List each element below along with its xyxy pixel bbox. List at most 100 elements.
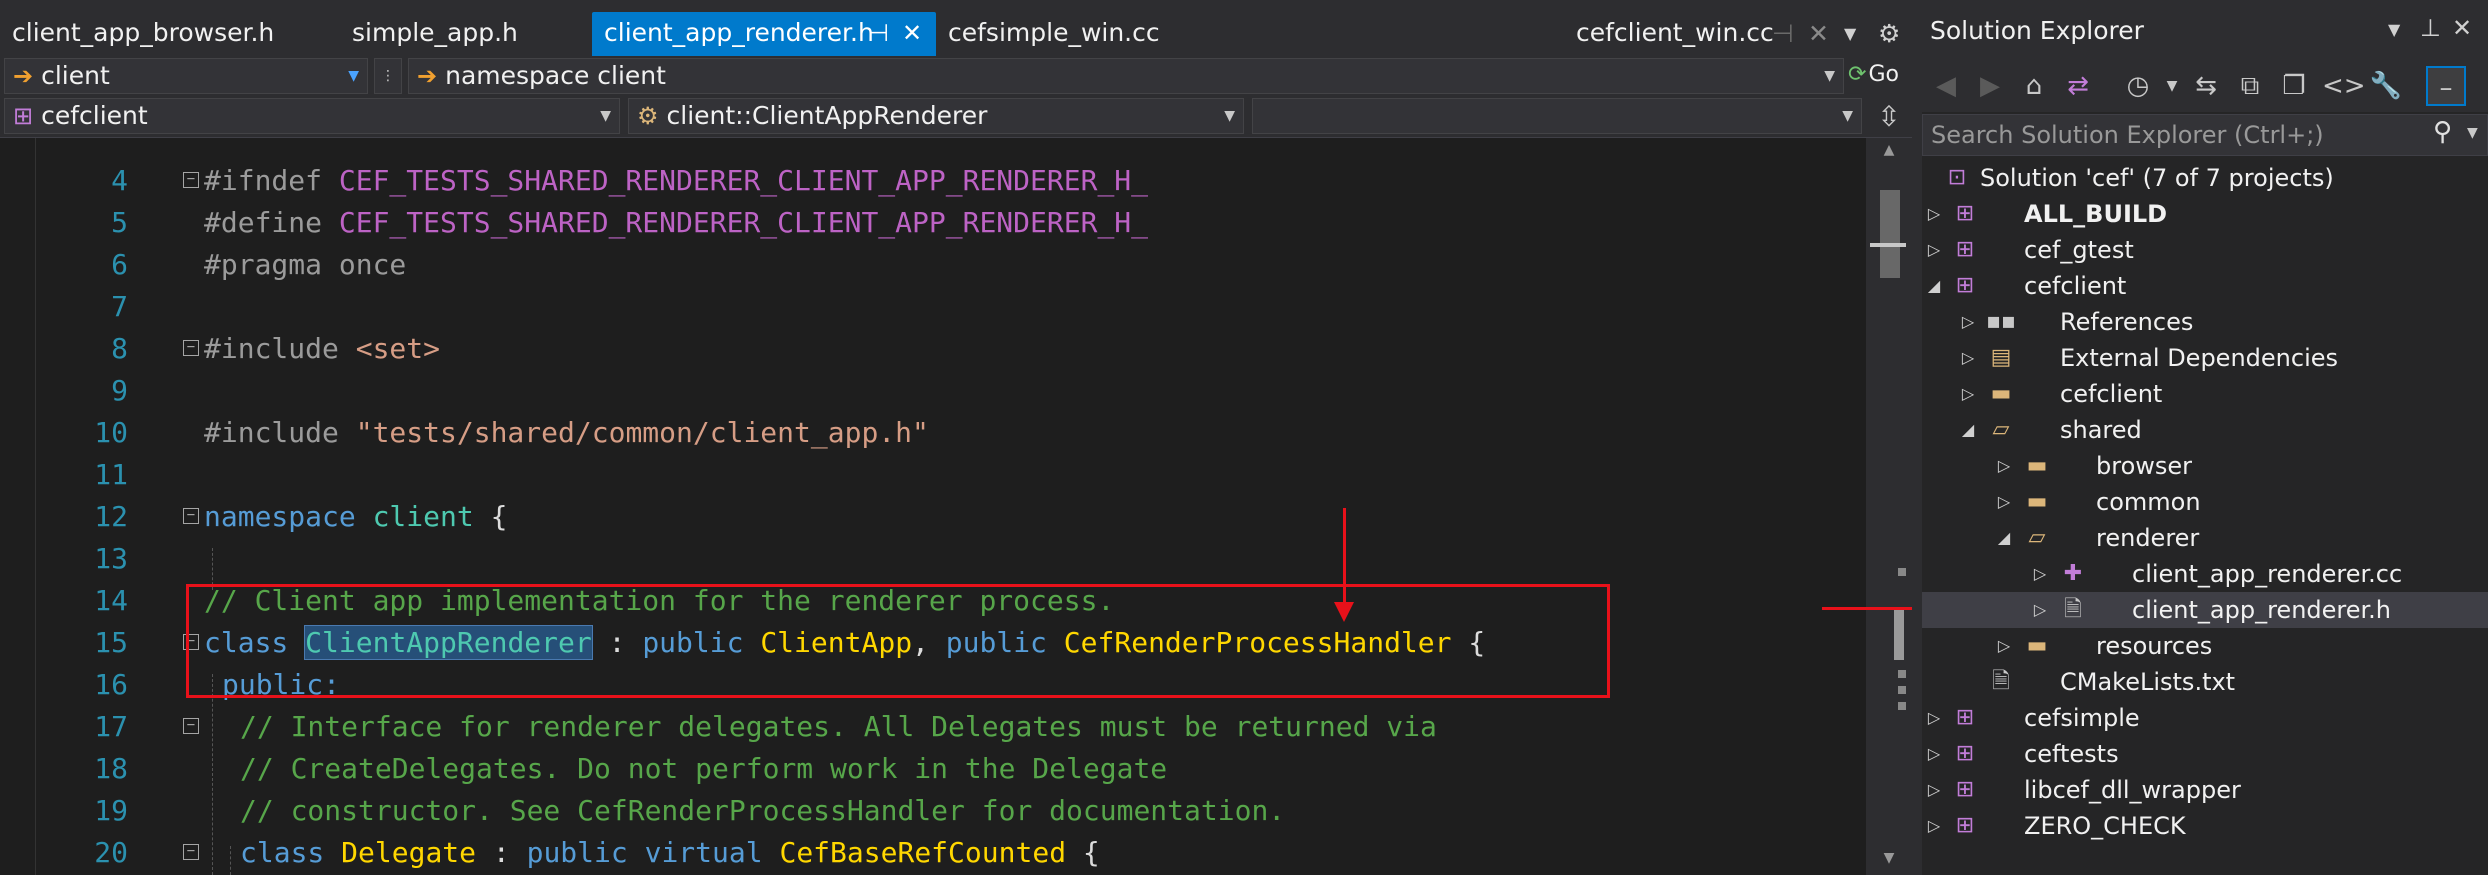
tab-label: simple_app.h [352,18,518,47]
go-button[interactable]: ⟳Go [1848,58,1899,94]
properties-wrench-icon[interactable]: 🔧 [2366,66,2406,106]
tree-item-zero-check[interactable]: ▷ ⊞ ZERO_CHECK [1922,808,2488,844]
tree-item-client-app-renderer-h[interactable]: ▷ 🗎 client_app_renderer.h [1922,592,2488,628]
expand-arrow-icon[interactable]: ▷ [2030,592,2050,628]
collapse-arrow-icon[interactable]: ◢ [1994,520,2014,556]
expand-arrow-icon[interactable]: ▷ [2030,556,2050,592]
expand-arrow-icon[interactable]: ▷ [1924,736,1944,772]
close-tab-icon[interactable]: ✕ [902,12,922,54]
tree-item-browser[interactable]: ▷ ▬ browser [1922,448,2488,484]
tree-item-resources[interactable]: ▷ ▬ resources [1922,628,2488,664]
code-line: 21 − class Delegate : public virtual Cef… [0,832,1866,874]
show-all-files-icon[interactable]: ❐ [2274,66,2314,106]
tree-item-cmakelists[interactable]: 🗎 CMakeLists.txt [1922,664,2488,700]
expand-arrow-icon[interactable]: ▷ [1958,340,1978,376]
chevron-down-icon[interactable]: ▼ [2388,20,2400,39]
tree-item-solution[interactable]: ⊡ Solution 'cef' (7 of 7 projects) [1922,160,2488,196]
scroll-up-icon[interactable]: ▲ [1866,142,1912,158]
tab-cefsimple-win-cc[interactable]: cefsimple_win.cc [936,12,1236,56]
expand-arrow-icon[interactable]: ▷ [1924,232,1944,268]
scope-stepper[interactable]: ⋮ [374,58,402,94]
expand-arrow-icon[interactable]: ▷ [1994,484,2014,520]
tree-item-all-build[interactable]: ▷ ⊞ ALL_BUILD [1922,196,2488,232]
function-dropdown[interactable]: ▼ [1252,98,1862,134]
expand-arrow-icon[interactable]: ▷ [1958,376,1978,412]
folder-icon: ▬ [2026,453,2048,478]
project-icon: ⊞ [1955,813,1975,838]
tree-item-label: ceftests [2024,740,2119,768]
go-icon: ⟳ [1848,62,1867,87]
scroll-down-icon[interactable]: ▼ [1866,850,1912,866]
expand-arrow-icon[interactable]: ▷ [1924,196,1944,232]
collapse-all-icon[interactable]: ⧉ [2230,66,2270,106]
solution-tree[interactable]: ⊡ Solution 'cef' (7 of 7 projects) ▷ ⊞ A… [1922,160,2488,875]
tree-item-external-dependencies[interactable]: ▷ ▤ External Dependencies [1922,340,2488,376]
vertical-scrollbar[interactable]: ▲ ▼ [1866,138,1912,875]
project-icon: ⊞ [1955,741,1975,766]
tree-item-cefclient-folder[interactable]: ▷ ▬ cefclient [1922,376,2488,412]
back-icon[interactable]: ◀ [1926,66,1966,106]
member-dropdown[interactable]: ➔ namespace client ▼ [408,58,1844,94]
pin-icon[interactable]: ⊣ [868,12,889,54]
sync-with-document-icon[interactable]: ⇆ [2186,66,2226,106]
expand-arrow-icon[interactable]: ▷ [1994,448,2014,484]
switch-views-icon[interactable]: ⇄ [2058,66,2098,106]
tree-item-cefclient[interactable]: ◢ ⊞ cefclient [1922,268,2488,304]
tree-item-label: cefclient [2024,272,2127,300]
scrollbar-thumb[interactable] [1880,190,1900,278]
collapse-arrow-icon[interactable]: ◢ [1958,412,1978,448]
tree-item-cefsimple[interactable]: ▷ ⊞ cefsimple [1922,700,2488,736]
expand-arrow-icon[interactable]: ▷ [1958,304,1978,340]
fold-toggle-icon[interactable]: − [183,508,199,524]
fold-toggle-icon[interactable]: − [183,172,199,188]
tab-simple-app-h[interactable]: simple_app.h [340,12,590,56]
expand-arrow-icon[interactable]: ▷ [1994,628,2014,664]
pin-icon[interactable]: ⊣ [1772,14,1794,54]
code-line: 14 [0,538,1866,617]
collapse-arrow-icon[interactable]: ◢ [1924,268,1944,304]
expand-arrow-icon[interactable]: ▷ [1924,772,1944,808]
tree-item-shared[interactable]: ◢ ▱ shared [1922,412,2488,448]
expand-arrow-icon[interactable]: ▷ [1924,700,1944,736]
tab-label: client_app_browser.h [12,18,275,47]
solution-explorer-title-bar: Solution Explorer ▼ ⊥ ✕ [1922,0,2488,56]
tab-cefclient-win-cc[interactable]: cefclient_win.cc [1564,12,1774,56]
tree-item-libcef-dll-wrapper[interactable]: ▷ ⊞ libcef_dll_wrapper [1922,772,2488,808]
tab-client-app-browser-h[interactable]: client_app_browser.h [0,12,340,56]
scope-dropdown[interactable]: ➔ client ▼ [4,58,368,94]
forward-icon[interactable]: ▶ [1970,66,2010,106]
home-icon[interactable]: ⌂ [2014,66,2054,106]
search-input[interactable] [1931,117,2411,153]
code-token: CefBaseRefCounted [779,836,1067,869]
expand-arrow-icon[interactable]: ▷ [1924,808,1944,844]
tree-item-client-app-renderer-cc[interactable]: ▷ ✚ client_app_renderer.cc [1922,556,2488,592]
pane-splitter[interactable] [1912,0,1922,875]
search-icon[interactable]: ⚲ [2433,117,2452,147]
pin-icon[interactable]: ⊥ [2420,14,2441,42]
project-dropdown[interactable]: ⊞ cefclient ▼ [4,98,620,134]
tab-client-app-renderer-h[interactable]: client_app_renderer.h ⊣ ✕ [592,12,936,56]
tree-item-ceftests[interactable]: ▷ ⊞ ceftests [1922,736,2488,772]
view-code-icon[interactable]: <> [2322,66,2366,106]
tree-item-cef-gtest[interactable]: ▷ ⊞ cef_gtest [1922,232,2488,268]
references-icon: ▪▪ [1986,309,2016,334]
external-deps-icon: ▤ [1990,345,2012,370]
gear-icon[interactable]: ⚙ [1878,14,1900,54]
type-dropdown[interactable]: ⚙ client::ClientAppRenderer ▼ [628,98,1244,134]
tree-item-renderer[interactable]: ◢ ▱ renderer [1922,520,2488,556]
fold-toggle-icon[interactable]: − [183,844,199,860]
annotation-highlight-box [186,584,1610,698]
chevron-down-icon[interactable]: ▼ [2467,125,2478,141]
tree-item-references[interactable]: ▷ ▪▪ References [1922,304,2488,340]
document-tab-strip: client_app_browser.h simple_app.h client… [0,0,1912,56]
fold-toggle-icon[interactable]: − [183,340,199,356]
preview-selected-items-icon[interactable]: – [2426,66,2466,106]
split-window-icon[interactable]: ⇳ [1866,98,1912,138]
tree-item-label: shared [2060,416,2142,444]
close-icon[interactable]: ✕ [2452,14,2472,42]
tree-item-common[interactable]: ▷ ▬ common [1922,484,2488,520]
tab-list-dropdown-icon[interactable]: ▼ [1844,14,1856,54]
close-tab-icon[interactable]: ✕ [1808,14,1829,54]
fold-toggle-icon[interactable]: − [183,718,199,734]
code-editor[interactable]: 4 5 − #ifndef CEF_TESTS_SHARED_RENDERER_… [0,138,1866,875]
